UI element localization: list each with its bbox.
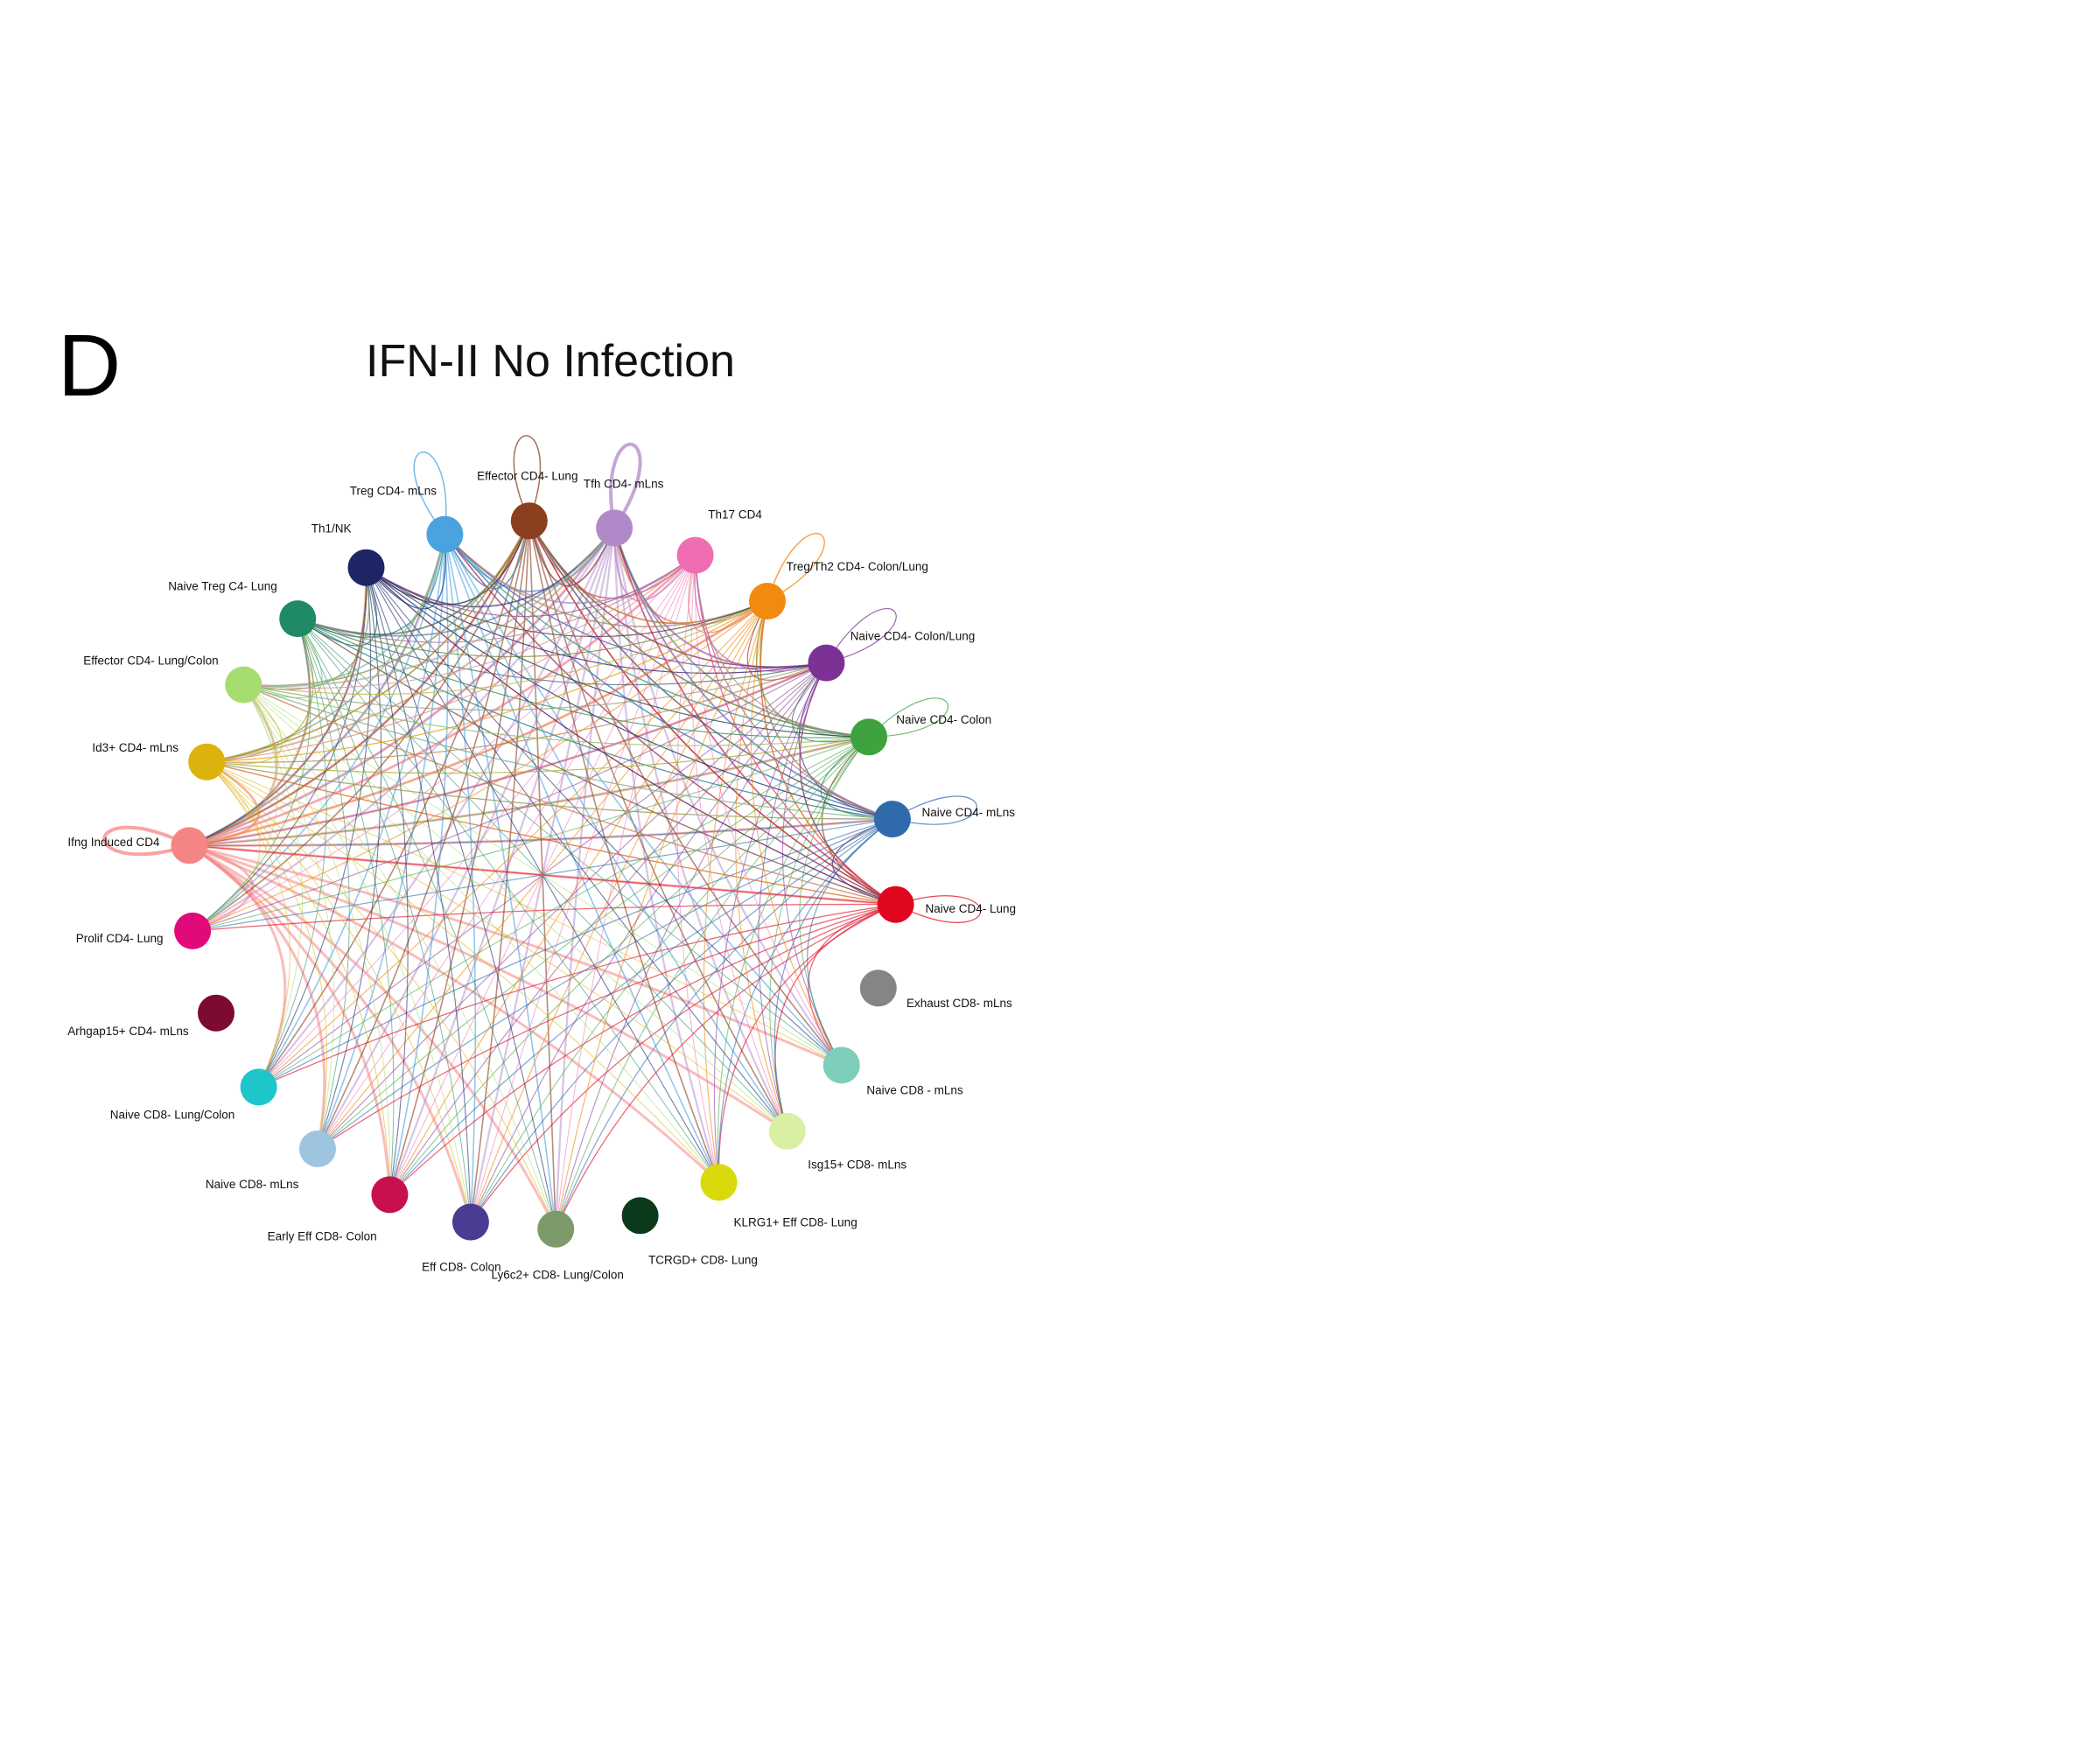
node-naive_cd4_colon: [850, 718, 887, 756]
node-label-treg_cd4_mlns: Treg CD4- mLns: [350, 485, 438, 498]
edge-naive_cd4_colon_lung-to-klrg1_eff_cd8_lung: [713, 662, 827, 1183]
node-arhgap15_cd4_mlns: [198, 994, 234, 1032]
node-effector_cd4_lung_colon: [225, 666, 262, 704]
node-th1_nk: [347, 549, 385, 586]
node-naive_treg_c4_lung: [279, 600, 317, 638]
node-label-id3_cd4_mlns: Id3+ CD4- mLns: [92, 741, 178, 754]
node-label-klrg1_eff_cd8_lung: KLRG1+ Eff CD8- Lung: [734, 1215, 858, 1228]
node-label-ly6c2_cd8_lung_colon: Ly6c2+ CD8- Lung/Colon: [491, 1269, 623, 1282]
node-naive_cd4_lung: [877, 886, 914, 923]
node-label-naive_cd8_mlns_l: Naive CD8- mLns: [206, 1178, 299, 1191]
node-label-early_eff_cd8_colon: Early Eff CD8- Colon: [268, 1229, 377, 1242]
node-tcrgd_cd8_lung: [621, 1197, 659, 1235]
node-label-naive_treg_c4_lung: Naive Treg C4- Lung: [168, 580, 277, 593]
panel-letter: D: [58, 317, 121, 415]
node-label-tfh_cd4_mlns: Tfh CD4- mLns: [584, 478, 664, 491]
node-label-isg15_cd8_mlns: Isg15+ CD8- mLns: [808, 1158, 906, 1172]
node-klrg1_eff_cd8_lung: [700, 1164, 738, 1201]
node-naive_cd8_mlns_r: [822, 1046, 860, 1084]
node-label-effector_cd4_lung: Effector CD4- Lung: [477, 469, 578, 482]
node-eff_cd8_colon: [452, 1203, 489, 1241]
node-effector_cd4_lung: [510, 502, 548, 540]
node-ifng_induced_cd4: [171, 827, 208, 864]
node-label-naive_cd4_colon_lung: Naive CD4- Colon/Lung: [850, 630, 976, 643]
node-prolif_cd4_lung: [174, 912, 212, 949]
node-tfh_cd4_mlns: [596, 509, 634, 547]
node-th17_cd4: [676, 536, 714, 574]
edge-effector_cd4_lung_colon-to-klrg1_eff_cd8_lung: [242, 684, 719, 1183]
node-ly6c2_cd8_lung_colon: [537, 1210, 575, 1248]
figure-title: IFN-II No Infection: [366, 336, 735, 387]
node-label-effector_cd4_lung_colon: Effector CD4- Lung/Colon: [83, 654, 218, 668]
node-label-prolif_cd4_lung: Prolif CD4- Lung: [76, 932, 164, 945]
node-exhaust_cd8_mlns: [859, 970, 897, 1007]
node-label-ifng_induced_cd4: Ifng Induced CD4: [67, 836, 160, 849]
node-label-exhaust_cd8_mlns: Exhaust CD8- mLns: [906, 997, 1012, 1010]
node-label-naive_cd4_lung: Naive CD4- Lung: [926, 902, 1017, 915]
node-label-th1_nk: Th1/NK: [312, 522, 352, 536]
node-id3_cd4_mlns: [188, 743, 226, 780]
node-label-naive_cd4_colon: Naive CD4- Colon: [896, 713, 991, 726]
edge-id3_cd4_mlns-to-th1_nk: [206, 567, 368, 763]
node-label-naive_cd8_mlns_r: Naive CD8 - mLns: [866, 1083, 963, 1096]
node-label-naive_cd8_lung_colon: Naive CD8- Lung/Colon: [110, 1109, 235, 1122]
node-treg_cd4_mlns: [426, 515, 464, 553]
node-label-tcrgd_cd8_lung: TCRGD+ CD8- Lung: [648, 1253, 758, 1266]
node-naive_cd4_mlns: [873, 801, 911, 838]
node-naive_cd8_lung_colon: [240, 1068, 277, 1106]
node-label-th17_cd4: Th17 CD4: [708, 508, 762, 522]
edge-th1_nk-to-id3_cd4_mlns: [206, 567, 368, 763]
node-isg15_cd8_mlns: [768, 1112, 806, 1150]
node-treg_th2_cd4_colon_lung: [749, 583, 786, 620]
node-naive_cd4_colon_lung: [808, 644, 845, 682]
node-label-treg_th2_cd4_colon_lung: Treg/Th2 CD4- Colon/Lung: [787, 560, 928, 573]
node-label-eff_cd8_colon: Eff CD8- Colon: [422, 1261, 501, 1274]
node-label-arhgap15_cd4_mlns: Arhgap15+ CD4- mLns: [67, 1025, 189, 1038]
edge-naive_cd4_mlns-to-naive_cd8_mlns_r: [807, 818, 893, 1066]
node-early_eff_cd8_colon: [371, 1176, 409, 1214]
interaction-network-figure: D IFN-II No Infection Treg CD4- mLns Effe…: [58, 317, 1017, 1282]
node-label-naive_cd4_mlns: Naive CD4- mLns: [922, 806, 1016, 819]
node-naive_cd8_mlns_l: [299, 1130, 336, 1167]
